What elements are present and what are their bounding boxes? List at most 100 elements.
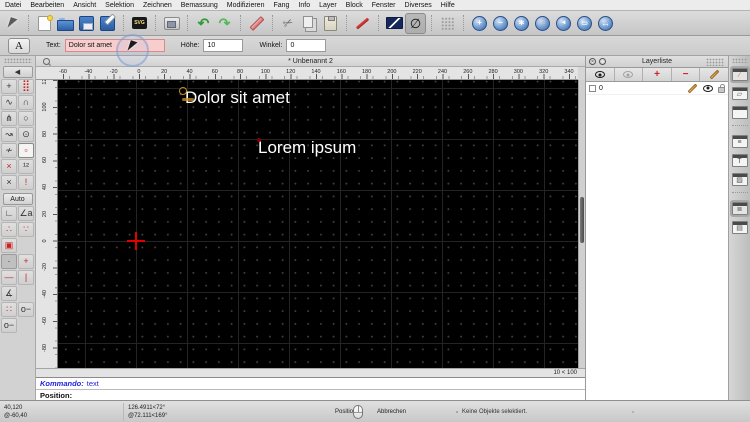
menu-item-info[interactable]: Info xyxy=(298,2,310,9)
miniaturize-icon[interactable] xyxy=(599,58,606,65)
undo-icon[interactable] xyxy=(193,13,214,34)
line-mark-tool[interactable]: ≁ xyxy=(1,143,17,158)
menu-item-selektion[interactable]: Selektion xyxy=(105,2,134,9)
pan-icon[interactable] xyxy=(595,13,616,34)
open-folder-icon[interactable] xyxy=(55,13,76,34)
layer-checkbox[interactable] xyxy=(589,84,596,92)
arc-points-tool[interactable]: ∩ xyxy=(18,95,34,110)
text-tool-button[interactable]: A xyxy=(8,37,30,54)
menu-item-block[interactable]: Block xyxy=(346,2,363,9)
exclaim-point-tool[interactable]: ! xyxy=(18,175,34,190)
diameter-icon[interactable] xyxy=(405,12,426,34)
remove-layer-button[interactable]: − xyxy=(672,68,701,81)
menu-item-datei[interactable]: Datei xyxy=(5,2,21,9)
zoom-back-icon[interactable] xyxy=(553,13,574,34)
menu-item-layer[interactable]: Layer xyxy=(319,2,337,9)
curve-points-tool[interactable]: ∿ xyxy=(1,95,17,110)
import-image-icon[interactable] xyxy=(161,13,182,34)
panel-image-button[interactable]: ▨ xyxy=(731,173,748,186)
axis-yx-tool[interactable]: ∟ xyxy=(1,206,17,221)
position-line[interactable]: Position: xyxy=(36,389,585,400)
new-document-icon[interactable] xyxy=(34,13,55,34)
menu-item-modifizieren[interactable]: Modifizieren xyxy=(227,2,265,9)
horizontal-scrollbar[interactable]: 10 < 100 xyxy=(36,368,585,377)
menu-item-diverses[interactable]: Diverses xyxy=(405,2,432,9)
draw-pen-icon[interactable] xyxy=(352,13,373,34)
move-points-tool[interactable]: ∷ xyxy=(1,302,17,317)
back-tool[interactable]: ◀ xyxy=(2,66,33,78)
panel-list-button[interactable]: ≡ xyxy=(731,135,748,148)
small-point-tool[interactable]: · xyxy=(1,254,17,269)
panel-clipboard-button[interactable]: ▤ xyxy=(731,221,748,234)
red-square-tool[interactable]: ▣ xyxy=(1,238,17,253)
pointer-icon[interactable] xyxy=(2,13,23,34)
cut-icon[interactable] xyxy=(278,13,299,34)
redo-icon[interactable] xyxy=(214,13,235,34)
points-2-tool[interactable]: ∵ xyxy=(18,222,34,237)
numbered-points-tool[interactable]: ¹² xyxy=(18,159,34,174)
palette-drag-handle[interactable] xyxy=(3,58,32,63)
pencil-eraser-icon[interactable] xyxy=(246,13,267,34)
menu-item-ansicht[interactable]: Ansicht xyxy=(73,2,96,9)
vertical-scrollbar-thumb[interactable] xyxy=(580,197,584,243)
menu-item-bemassung[interactable]: Bemassung xyxy=(181,2,218,9)
panel-text-button[interactable]: T xyxy=(731,154,748,167)
menu-item-zeichnen[interactable]: Zeichnen xyxy=(143,2,172,9)
chart-icon[interactable] xyxy=(384,13,405,34)
v-line-point-tool[interactable]: | xyxy=(18,270,34,285)
hide-eye-button[interactable] xyxy=(615,68,644,81)
protractor-tool[interactable]: ∡ xyxy=(1,286,17,301)
panel-layers-button[interactable]: ∕ xyxy=(729,66,750,83)
pencil-icon[interactable] xyxy=(687,83,698,93)
menu-item-bearbeiten[interactable]: Bearbeiten xyxy=(30,2,64,9)
point-grid-tool[interactable]: ⣿ xyxy=(18,79,34,94)
big-cross-tool[interactable]: + xyxy=(18,254,34,269)
text-input[interactable] xyxy=(64,39,165,52)
loupe-tool[interactable]: ○ xyxy=(18,111,34,126)
key-point-tool[interactable]: o− xyxy=(18,302,34,317)
save-as-icon[interactable] xyxy=(97,13,118,34)
height-input[interactable] xyxy=(203,39,244,52)
key-tool[interactable]: o− xyxy=(1,318,17,333)
vertical-scrollbar[interactable] xyxy=(578,80,585,368)
zoom-fit-icon[interactable] xyxy=(511,13,532,34)
split-point-tool[interactable]: × xyxy=(1,159,17,174)
paste-icon[interactable] xyxy=(320,13,341,34)
drawing-canvas[interactable]: Dolor sit amet Lorem ipsum xyxy=(58,80,578,368)
panel-copy-button[interactable]: ▱ xyxy=(731,87,748,100)
menu-item-fenster[interactable]: Fenster xyxy=(372,2,396,9)
h-line-point-tool[interactable]: — xyxy=(1,270,17,285)
zoom-in-icon[interactable] xyxy=(469,13,490,34)
angle-input[interactable] xyxy=(286,39,327,52)
save-icon[interactable] xyxy=(76,13,97,34)
svg-export-icon[interactable] xyxy=(129,13,150,34)
branch-point-tool[interactable]: ⋔ xyxy=(1,111,17,126)
show-all-eye-button[interactable] xyxy=(586,68,615,81)
add-point-tool[interactable]: + xyxy=(1,79,17,94)
circle-center-tool[interactable]: ⊙ xyxy=(18,127,34,142)
eye-icon[interactable] xyxy=(703,84,713,92)
panel-drag-handle[interactable] xyxy=(706,58,724,66)
edit-layer-button[interactable] xyxy=(700,68,728,81)
command-line[interactable]: Kommando: text xyxy=(36,377,585,389)
tangent-point-tool[interactable]: ↝ xyxy=(1,127,17,142)
layer-row[interactable]: 0 xyxy=(586,82,728,95)
zoom-window-icon[interactable] xyxy=(574,13,595,34)
menu-item-fang[interactable]: Fang xyxy=(273,2,289,9)
copy-icon[interactable] xyxy=(299,13,320,34)
strip-drag-handle[interactable] xyxy=(731,58,748,63)
panel-document-button[interactable]: ≣ xyxy=(729,200,750,217)
lock-icon[interactable] xyxy=(718,83,725,93)
grid-icon[interactable] xyxy=(437,13,458,34)
panel-blank-button[interactable] xyxy=(731,106,748,119)
canvas-text[interactable]: Lorem ipsum xyxy=(258,139,356,156)
angle-a-tool[interactable]: ∠a xyxy=(18,206,34,221)
add-layer-button[interactable]: + xyxy=(643,68,672,81)
auto-snap-button[interactable]: Auto xyxy=(2,193,33,205)
close-icon[interactable]: × xyxy=(589,58,596,65)
canvas-text[interactable]: Dolor sit amet xyxy=(185,89,290,106)
menu-item-hilfe[interactable]: Hilfe xyxy=(441,2,455,9)
points-3-tool[interactable]: ∴ xyxy=(1,222,17,237)
zoom-region-icon[interactable] xyxy=(532,13,553,34)
square-point-tool[interactable]: ▫ xyxy=(18,143,34,158)
